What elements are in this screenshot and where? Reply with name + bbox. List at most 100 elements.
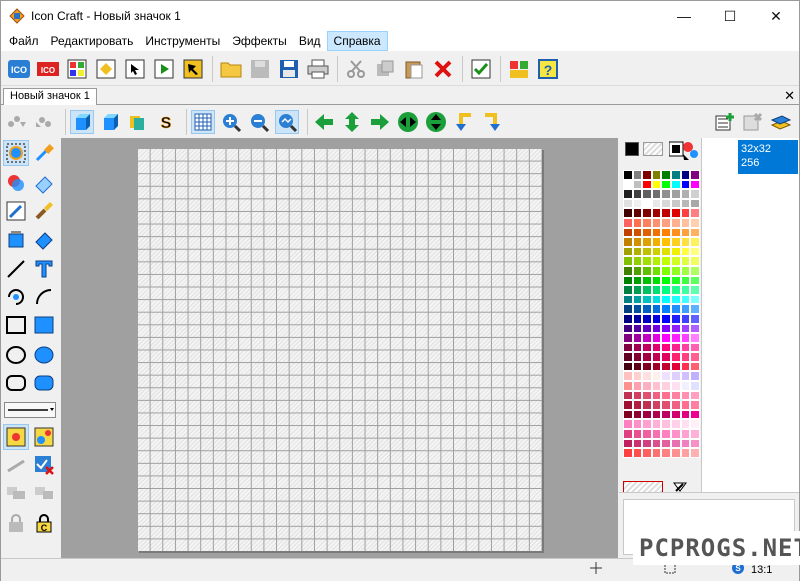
color-swatch[interactable] [661,227,671,238]
flip-horizontal-button[interactable] [396,110,420,134]
color-swatch[interactable] [661,448,671,458]
color-swatch[interactable] [623,313,633,324]
color-swatch[interactable] [651,189,662,199]
color-swatch[interactable] [642,294,652,305]
color-swatch[interactable] [670,409,681,420]
color-swatch[interactable] [642,323,652,334]
circle-center-tool[interactable] [3,284,29,310]
save-disabled-button[interactable] [246,55,273,82]
color-swatch[interactable] [623,179,633,190]
shift-right-button[interactable] [368,110,392,134]
color-swatch[interactable] [642,198,652,209]
color-swatch[interactable] [623,246,633,257]
palette-tool-button[interactable] [63,55,90,82]
color-swatch[interactable] [632,285,643,295]
color-swatch[interactable] [651,352,662,362]
color-swatch[interactable] [642,352,652,362]
color-swatch[interactable] [632,419,643,430]
undo-button[interactable] [5,110,29,134]
color-swatch[interactable] [670,304,681,314]
color-swatch[interactable] [661,400,671,410]
color-swatch[interactable] [632,179,643,190]
color-swatch[interactable] [632,208,643,218]
open-button[interactable] [217,55,244,82]
color-swatch[interactable] [670,198,681,209]
menu-edit[interactable]: Редактировать [45,31,140,51]
color-swatch[interactable] [632,438,643,449]
arc-tool[interactable] [31,284,57,310]
color-swatch[interactable] [651,323,662,334]
view-mode-2-button[interactable] [98,110,122,134]
color-swatch[interactable] [623,265,633,276]
color-swatch[interactable] [661,342,671,353]
color-swatch[interactable] [690,409,700,420]
smooth-button[interactable]: S [154,110,178,134]
merge-layers-tool[interactable] [3,480,29,506]
color-swatch[interactable] [680,371,691,382]
color-swatch[interactable] [670,275,681,286]
color-swatch[interactable] [680,217,691,228]
color-swatch[interactable] [632,381,643,391]
eraser-tool[interactable] [31,170,57,196]
color-swatch[interactable] [670,265,681,276]
color-swatch[interactable] [670,371,681,382]
color-swatch[interactable] [670,227,681,238]
color-swatch[interactable] [690,198,700,209]
color-swatch[interactable] [632,323,643,334]
color-swatch[interactable] [642,189,652,199]
color-swatch[interactable] [661,390,671,401]
color-swatch[interactable] [680,313,691,324]
color-swatch[interactable] [661,256,671,266]
color-swatch[interactable] [623,275,633,286]
line-tool[interactable] [3,256,29,282]
apply-button[interactable] [467,55,494,82]
color-swatch[interactable] [623,217,633,228]
color-swatch[interactable] [670,256,681,266]
color-swatch[interactable] [642,256,652,266]
rotate-right-button[interactable] [480,110,504,134]
cut-button[interactable] [342,55,369,82]
color-swatch[interactable] [670,352,681,362]
color-swatch[interactable] [690,352,700,362]
color-swatch[interactable] [690,400,700,410]
color-swatch[interactable] [690,189,700,199]
color-swatch[interactable] [642,371,652,382]
color-swatch[interactable] [623,429,633,439]
color-swatch[interactable] [690,448,700,458]
color-swatch[interactable] [690,323,700,334]
pencil-tool[interactable] [3,198,29,224]
foreground-color[interactable] [625,142,639,156]
color-swatch[interactable] [690,419,700,430]
color-swatch[interactable] [680,294,691,305]
color-swatch[interactable] [670,390,681,401]
color-swatch[interactable] [661,285,671,295]
filled-rectangle-tool[interactable] [31,312,57,338]
color-swatch[interactable] [632,189,643,199]
color-swatch[interactable] [690,438,700,449]
color-swatch[interactable] [670,438,681,449]
color-swatch[interactable] [642,342,652,353]
color-swatch[interactable] [661,371,671,382]
color-swatch[interactable] [642,361,652,372]
color-swatch[interactable] [651,333,662,343]
color-swatch[interactable] [642,419,652,430]
rounded-rect-tool[interactable] [3,370,29,396]
color-swatch[interactable] [690,361,700,372]
color-swatch[interactable] [651,198,662,209]
color-swatch[interactable] [670,217,681,228]
color-swatch[interactable] [670,189,681,199]
color-swatch[interactable] [661,438,671,449]
color-swatch[interactable] [661,352,671,362]
color-swatch[interactable] [623,361,633,372]
color-swatch[interactable] [661,381,671,391]
color-swatch[interactable] [651,313,662,324]
format-item-selected[interactable]: 32x32 256 [738,140,798,174]
color-swatch[interactable] [680,409,691,420]
color-swatch[interactable] [623,304,633,314]
paste-button[interactable] [400,55,427,82]
color-swatch[interactable] [623,170,633,180]
color-swatch[interactable] [680,189,691,199]
color-swatch[interactable] [642,170,652,180]
color-swatch[interactable] [661,304,671,314]
color-swatch[interactable] [632,400,643,410]
